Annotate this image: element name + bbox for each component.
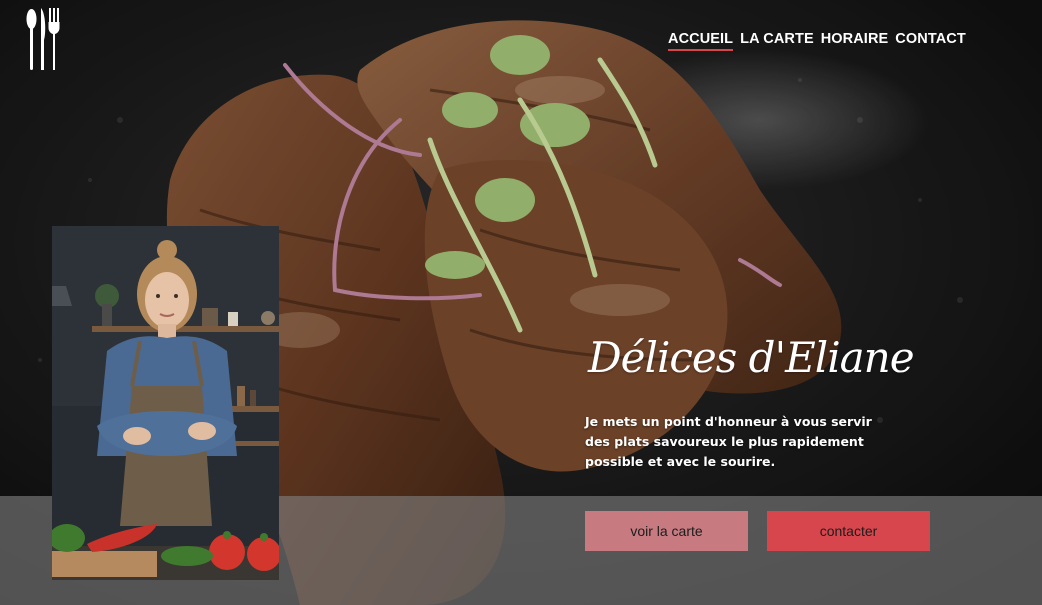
nav-link-la-carte[interactable]: LA CARTE: [740, 31, 817, 51]
view-menu-button[interactable]: voir la carte: [585, 511, 748, 551]
main-nav: ACCUEIL LA CARTE HORAIRE CONTACT: [668, 31, 973, 51]
cutlery-icon[interactable]: [26, 8, 60, 70]
restaurant-title: Délices d'Eliane: [588, 333, 915, 382]
chef-portrait: [52, 226, 279, 580]
contact-button[interactable]: contacter: [767, 511, 930, 551]
chef-photo: [52, 226, 279, 580]
intro-text: Je mets un point d'honneur à vous servir…: [585, 414, 872, 469]
nav-link-accueil[interactable]: ACCUEIL: [668, 31, 736, 51]
nav-link-contact[interactable]: CONTACT: [895, 31, 969, 51]
nav-link-horaire[interactable]: HORAIRE: [821, 31, 892, 51]
